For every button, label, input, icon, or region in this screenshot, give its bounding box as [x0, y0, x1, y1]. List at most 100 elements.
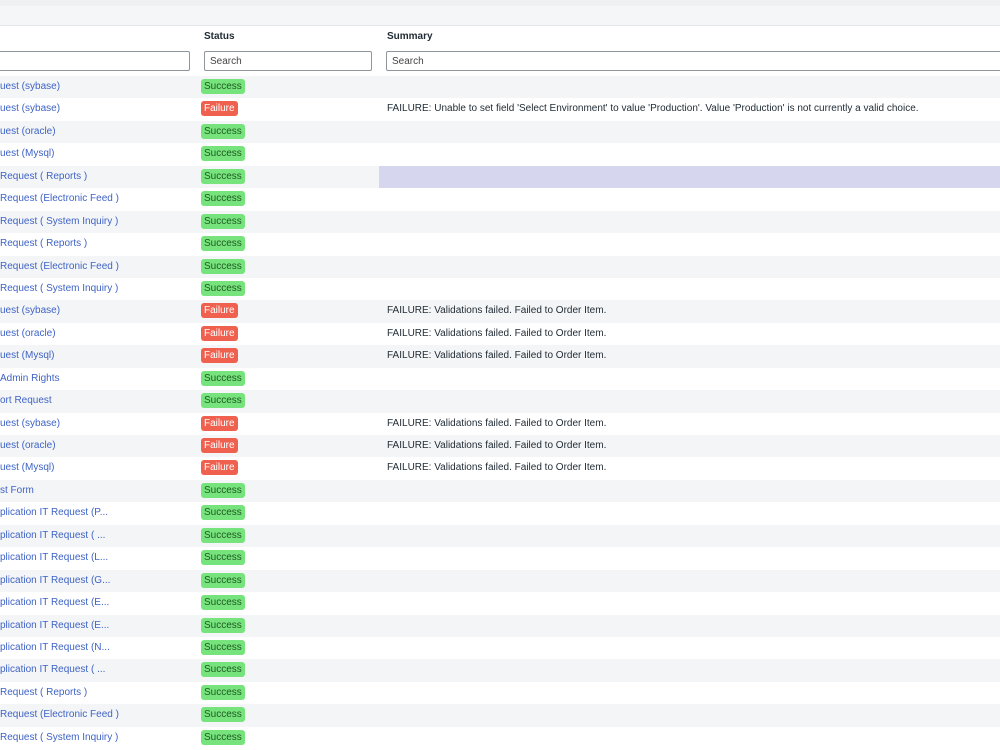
table-row[interactable]: Admin Rights Success: [0, 367, 1000, 391]
summary-text: FAILURE: Validations failed. Failed to O…: [387, 327, 607, 339]
column-header-status[interactable]: Status: [204, 31, 235, 42]
status-badge: Success: [201, 639, 245, 655]
summary-text: FAILURE: Unable to set field 'Select Env…: [387, 103, 919, 115]
table-row[interactable]: plication IT Request (L... Success: [0, 547, 1000, 570]
table-row[interactable]: uest (Mysql) Failure FAILURE: Validations …: [0, 457, 1000, 480]
table-row[interactable]: plication IT Request (E... Success: [0, 614, 1000, 637]
item-name-link[interactable]: plication IT Request (L...: [0, 552, 108, 563]
status-badge: Failure: [201, 415, 238, 431]
table-row[interactable]: uest (Mysql) Success: [0, 143, 1000, 166]
item-name-link[interactable]: Request ( Reports ): [0, 238, 87, 249]
table-row[interactable]: ort Request Success: [0, 390, 1000, 413]
table-row[interactable]: plication IT Request (E... Success: [0, 592, 1000, 615]
item-name-link[interactable]: st Form: [0, 485, 34, 496]
toolbar-strip: [0, 6, 1000, 26]
filter-row: [0, 46, 1000, 77]
table-row[interactable]: Request (Electronic Feed ) Success: [0, 704, 1000, 727]
item-name-link[interactable]: plication IT Request (E...: [0, 597, 109, 608]
summary-text: FAILURE: Validations failed. Failed to O…: [387, 417, 607, 429]
status-badge: Failure: [201, 460, 238, 476]
item-name-link[interactable]: ort Request: [0, 395, 52, 406]
status-search-input[interactable]: [204, 51, 372, 71]
table-row[interactable]: Request ( Reports ) Success: [0, 165, 1000, 189]
table-row[interactable]: uest (sybase) Failure FAILURE: Validations…: [0, 300, 1000, 323]
status-badge: Success: [201, 280, 245, 296]
status-badge: Success: [201, 550, 245, 566]
table-row[interactable]: uest (oracle) Failure FAILURE: Validations…: [0, 435, 1000, 458]
item-name-link[interactable]: uest (sybase): [0, 81, 60, 92]
column-headers: Status Summary: [0, 26, 1000, 46]
row-highlight: [379, 165, 1000, 188]
table-row[interactable]: Request ( System Inquiry ) Success: [0, 210, 1000, 234]
table-row[interactable]: Request (Electronic Feed ) Success: [0, 255, 1000, 278]
table-row[interactable]: Request (Electronic Feed ) Success: [0, 188, 1000, 211]
status-badge: Success: [201, 505, 245, 521]
table-row[interactable]: plication IT Request ( ... Success: [0, 524, 1000, 548]
item-name-link[interactable]: uest (oracle): [0, 328, 56, 339]
status-badge: Success: [201, 729, 245, 745]
table-row[interactable]: Request ( System Inquiry ) Success: [0, 726, 1000, 750]
table-row[interactable]: uest (Mysql) Failure FAILURE: Validations …: [0, 345, 1000, 368]
status-badge: Success: [201, 707, 245, 723]
status-badge: Success: [201, 213, 245, 229]
item-name-link[interactable]: Admin Rights: [0, 373, 59, 384]
item-name-link[interactable]: plication IT Request (G...: [0, 575, 110, 586]
status-badge: Success: [201, 527, 245, 543]
item-name-link[interactable]: uest (sybase): [0, 418, 60, 429]
table-row[interactable]: uest (oracle) Success: [0, 120, 1000, 144]
table-row[interactable]: st Form Success: [0, 479, 1000, 503]
status-badge: Failure: [201, 101, 238, 117]
status-badge: Success: [201, 79, 245, 94]
summary-text: FAILURE: Validations failed. Failed to O…: [387, 350, 607, 362]
item-name-link[interactable]: uest (sybase): [0, 305, 60, 316]
summary-search-input[interactable]: [386, 51, 1000, 71]
item-name-link[interactable]: uest (oracle): [0, 440, 56, 451]
table-row[interactable]: Request ( Reports ) Success: [0, 233, 1000, 256]
item-name-link[interactable]: uest (Mysql): [0, 148, 54, 159]
name-search-input[interactable]: [0, 51, 190, 71]
item-name-link[interactable]: plication IT Request (P...: [0, 507, 108, 518]
table-row[interactable]: plication IT Request ( ... Success: [0, 659, 1000, 682]
table-row[interactable]: Request ( Reports ) Success: [0, 681, 1000, 705]
table-row[interactable]: uest (oracle) Failure FAILURE: Validations…: [0, 322, 1000, 346]
table-row[interactable]: uest (sybase) Failure FAILURE: Validations…: [0, 412, 1000, 435]
item-name-link[interactable]: uest (Mysql): [0, 350, 54, 361]
item-name-link[interactable]: Request (Electronic Feed ): [0, 261, 119, 272]
column-header-summary[interactable]: Summary: [387, 31, 433, 42]
table-row[interactable]: plication IT Request (N... Success: [0, 636, 1000, 660]
summary-text: FAILURE: Validations failed. Failed to O…: [387, 305, 607, 317]
status-badge: Success: [201, 123, 245, 139]
item-name-link[interactable]: plication IT Request ( ...: [0, 530, 105, 541]
item-name-link[interactable]: Request ( Reports ): [0, 687, 87, 698]
item-name-link[interactable]: Request ( System Inquiry ): [0, 732, 118, 743]
table-row[interactable]: Request ( System Inquiry ) Success: [0, 277, 1000, 301]
item-name-link[interactable]: plication IT Request (E...: [0, 620, 109, 631]
summary-text: FAILURE: Validations failed. Failed to O…: [387, 462, 607, 474]
item-name-link[interactable]: uest (Mysql): [0, 462, 54, 473]
status-badge: Success: [201, 617, 245, 633]
item-name-link[interactable]: plication IT Request (N...: [0, 642, 110, 653]
status-badge: Success: [201, 370, 245, 386]
item-name-link[interactable]: Request (Electronic Feed ): [0, 193, 119, 204]
status-badge: Success: [201, 146, 245, 162]
status-badge: Success: [201, 662, 245, 678]
status-badge: Failure: [201, 325, 238, 341]
status-badge: Success: [201, 572, 245, 588]
status-badge: Success: [201, 258, 245, 274]
status-badge: Success: [201, 595, 245, 611]
item-name-link[interactable]: plication IT Request ( ...: [0, 664, 105, 675]
status-badge: Success: [201, 236, 245, 252]
table-row[interactable]: uest (sybase) Success: [0, 76, 1000, 99]
status-badge: Failure: [201, 348, 238, 364]
item-name-link[interactable]: Request (Electronic Feed ): [0, 709, 119, 720]
item-name-link[interactable]: Request ( System Inquiry ): [0, 283, 118, 294]
status-badge: Failure: [201, 438, 238, 453]
results-table: uest (sybase) Success uest (sybase) Failure…: [0, 76, 1000, 750]
item-name-link[interactable]: uest (oracle): [0, 126, 56, 137]
table-row[interactable]: plication IT Request (P... Success: [0, 502, 1000, 525]
item-name-link[interactable]: uest (sybase): [0, 103, 60, 114]
item-name-link[interactable]: Request ( Reports ): [0, 171, 87, 182]
table-row[interactable]: plication IT Request (G... Success: [0, 569, 1000, 593]
table-row[interactable]: uest (sybase) Failure FAILURE: Unable to s…: [0, 98, 1000, 121]
item-name-link[interactable]: Request ( System Inquiry ): [0, 216, 118, 227]
